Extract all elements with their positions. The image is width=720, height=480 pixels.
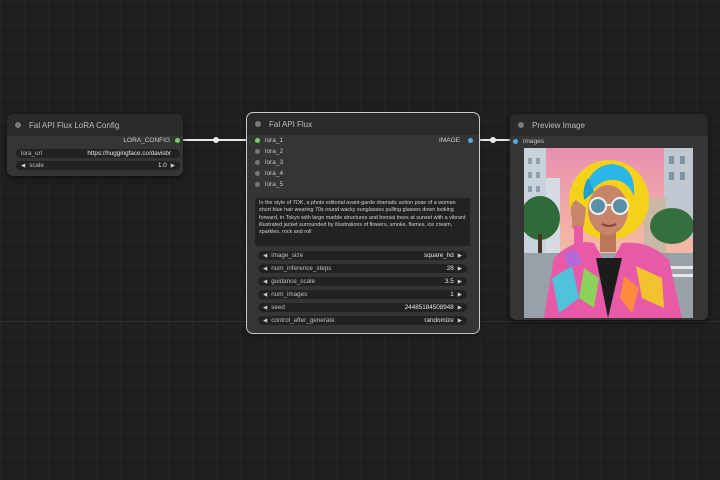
param-label: guidance_scale [271,278,315,285]
input-lora-1[interactable]: lora_1 [255,137,283,144]
lora-2-slot-icon[interactable] [255,149,260,154]
param-label: control_after_generate [271,317,335,324]
control-after-generate-select[interactable]: ◀ control_after_generate randomize ▶ [258,316,467,325]
preview-input[interactable]: images [513,138,544,145]
input-lora-2[interactable]: lora_2 [255,148,283,155]
input-lora-3[interactable]: lora_3 [255,159,283,166]
preview-title-bar[interactable]: Preview Image [510,114,708,136]
flux-output[interactable]: IMAGE [439,137,473,144]
lora-config-title-bar[interactable]: Fal API Flux LoRA Config [7,114,183,136]
lora-url-field[interactable]: lora_url https://huggingface.co/davisbr [16,149,180,158]
input-lora-5[interactable]: lora_5 [255,181,283,188]
param-label: num_inference_steps [271,265,332,272]
decrement-arrow-icon[interactable]: ◀ [263,305,267,311]
flux-node[interactable]: Fal API Flux lora_1 lora_2 lora_3 lora_4… [246,112,480,334]
increment-arrow-icon[interactable]: ▶ [458,292,462,298]
increment-arrow-icon[interactable]: ▶ [458,305,462,311]
flux-output-slot-icon[interactable] [468,138,473,143]
input-label: lora_5 [265,181,284,188]
increment-arrow-icon[interactable]: ▶ [458,279,462,285]
lora-config-output[interactable]: LORA_CONFIG [123,137,180,144]
param-value: square_hd [424,252,454,259]
decrement-arrow-icon[interactable]: ◀ [263,292,267,298]
increment-arrow-icon[interactable]: ▶ [458,318,462,324]
flux-output-label: IMAGE [439,137,460,144]
flux-title-bar[interactable]: Fal API Flux [247,113,479,135]
decrement-arrow-icon[interactable]: ◀ [263,253,267,259]
lora-url-value: https://huggingface.co/davisbr [87,150,171,157]
increment-arrow-icon[interactable]: ▶ [171,163,175,169]
guidance-scale-stepper[interactable]: ◀ guidance_scale 3.5 ▶ [258,277,467,286]
decrement-arrow-icon[interactable]: ◀ [263,279,267,285]
collapse-dot-icon[interactable] [518,122,524,128]
preview-image-node[interactable]: Preview Image images [510,114,708,320]
images-slot-icon[interactable] [513,139,518,144]
prompt-textarea[interactable]: In the style of TOK, a photo editorial a… [255,198,470,246]
image-link-midpoint [490,137,496,143]
input-label: lora_2 [265,148,284,155]
num-images-stepper[interactable]: ◀ num_images 1 ▶ [258,290,467,299]
increment-arrow-icon[interactable]: ▶ [458,253,462,259]
input-label: lora_3 [265,159,284,166]
flux-title: Fal API Flux [269,119,313,129]
param-value: 28 [446,265,454,272]
lora-1-slot-icon[interactable] [255,138,260,143]
increment-arrow-icon[interactable]: ▶ [458,266,462,272]
preview-input-label: images [523,138,544,145]
param-value: 3.5 [445,278,454,285]
param-value: 2448518450894​8 [404,304,454,311]
decrement-arrow-icon[interactable]: ◀ [263,318,267,324]
param-label: seed [271,304,285,311]
seed-stepper[interactable]: ◀ seed 2448518450894​8 ▶ [258,303,467,312]
lora-config-output-label: LORA_CONFIG [123,137,170,144]
lora-4-slot-icon[interactable] [255,171,260,176]
lora-3-slot-icon[interactable] [255,160,260,165]
generated-image [524,148,693,318]
lora-config-node[interactable]: Fal API Flux LoRA Config LORA_CONFIG lor… [7,114,183,176]
collapse-dot-icon[interactable] [15,122,21,128]
num-inference-steps-stepper[interactable]: ◀ num_inference_steps 28 ▶ [258,264,467,273]
input-lora-4[interactable]: lora_4 [255,170,283,177]
lora-config-title: Fal API Flux LoRA Config [29,120,120,130]
scale-value: 1.0 [158,162,167,169]
lora-config-output-slot-icon[interactable] [175,138,180,143]
scale-stepper[interactable]: ◀ scale 1.0 ▶ [16,161,180,170]
input-label: lora_1 [265,137,284,144]
lora-url-label: lora_url [21,150,42,157]
param-value: 1 [450,291,454,298]
lora-5-slot-icon[interactable] [255,182,260,187]
decrement-arrow-icon[interactable]: ◀ [263,266,267,272]
param-label: image_size [271,252,304,259]
param-value: randomize [424,317,454,324]
collapse-dot-icon[interactable] [255,121,261,127]
input-label: lora_4 [265,170,284,177]
decrement-arrow-icon[interactable]: ◀ [21,163,25,169]
scale-label: scale [29,162,44,169]
preview-title: Preview Image [532,120,585,130]
param-label: num_images [271,291,308,298]
lora-link-midpoint [213,137,219,143]
image-size-select[interactable]: ◀ image_size square_hd ▶ [258,251,467,260]
